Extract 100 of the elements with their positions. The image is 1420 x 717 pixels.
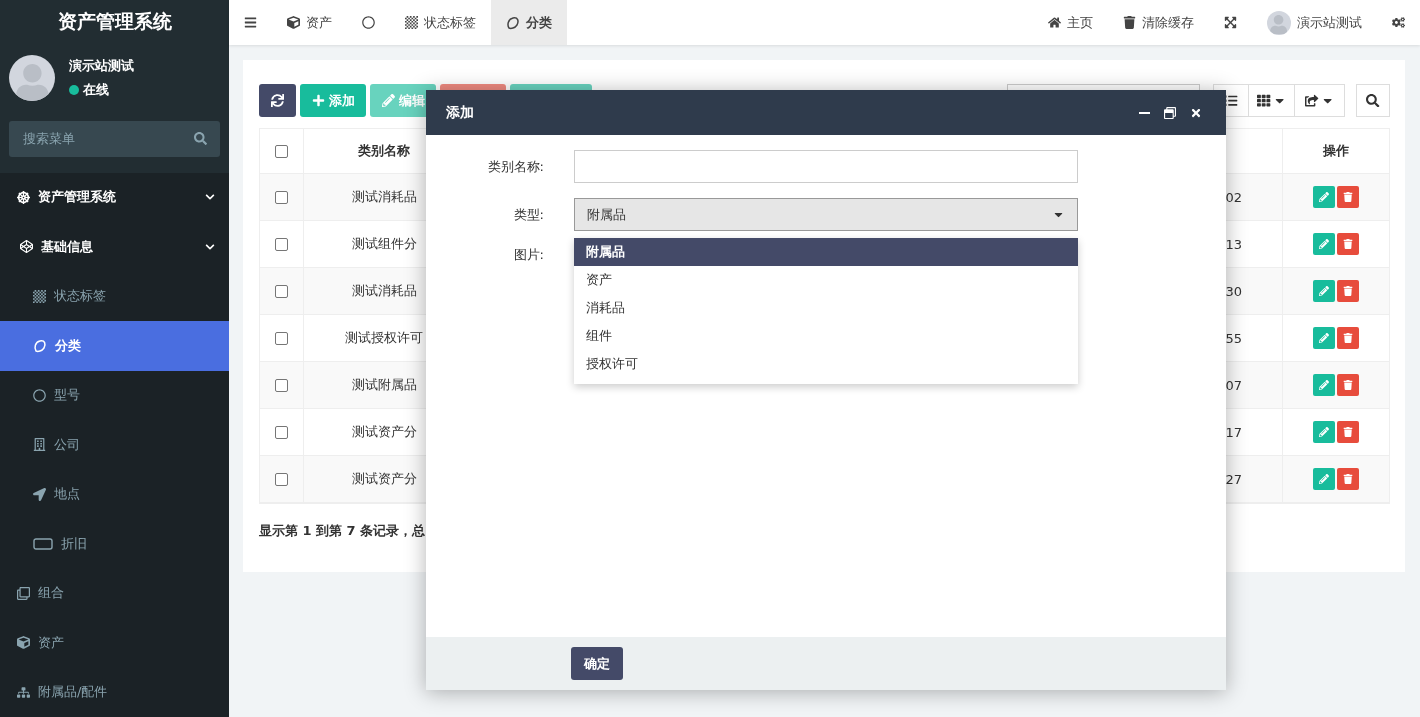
menu-item[interactable]: 组合 bbox=[0, 568, 229, 619]
checkbox[interactable] bbox=[275, 425, 288, 439]
menu-item[interactable]: 折旧 bbox=[0, 519, 229, 569]
select-field[interactable]: 附属品 bbox=[574, 198, 1078, 231]
trash-icon bbox=[1343, 380, 1353, 390]
avatar bbox=[9, 54, 55, 101]
trash-icon bbox=[1343, 239, 1353, 249]
menu-item[interactable]: 资产 bbox=[0, 618, 229, 668]
checkbox[interactable] bbox=[275, 331, 288, 345]
dialog-title: 添加 bbox=[446, 103, 474, 122]
field-label: 类别名称: bbox=[486, 157, 544, 176]
columns-button[interactable] bbox=[1248, 84, 1295, 117]
pencil-icon bbox=[1319, 239, 1329, 249]
sitemap-icon bbox=[17, 685, 30, 699]
dropdown-option[interactable]: 附属品 bbox=[574, 238, 1078, 266]
delete-button[interactable] bbox=[1337, 186, 1359, 208]
input-field[interactable] bbox=[574, 150, 1078, 183]
delete-button[interactable] bbox=[1337, 327, 1359, 349]
edit-icon bbox=[381, 94, 395, 107]
nav-tab[interactable]: 资产 bbox=[272, 0, 347, 45]
delete-button[interactable] bbox=[1337, 233, 1359, 255]
table-cell: 17 bbox=[1225, 424, 1242, 440]
delete-button[interactable] bbox=[1337, 421, 1359, 443]
menu-item[interactable]: 型号 bbox=[0, 370, 229, 421]
checkbox[interactable] bbox=[275, 472, 288, 486]
clone-icon bbox=[17, 586, 30, 600]
pencil-icon bbox=[1319, 474, 1329, 484]
export-button[interactable] bbox=[1294, 84, 1345, 117]
refresh-button[interactable] bbox=[259, 84, 296, 117]
dropdown-option[interactable]: 组件 bbox=[574, 322, 1078, 350]
menu-item[interactable]: 公司 bbox=[0, 420, 229, 470]
checkbox[interactable] bbox=[275, 190, 288, 204]
wheel-icon bbox=[17, 190, 30, 204]
leaf-icon bbox=[506, 15, 520, 30]
checkerboard-icon bbox=[405, 16, 418, 29]
pencil-icon bbox=[1319, 427, 1329, 437]
cube-icon bbox=[17, 636, 30, 650]
confirm-button[interactable]: 确定 bbox=[571, 647, 623, 680]
trash-icon bbox=[1343, 333, 1353, 343]
menu-search-field[interactable]: 搜索菜单 bbox=[9, 120, 220, 157]
trash-icon bbox=[1123, 16, 1136, 29]
checkbox[interactable] bbox=[275, 284, 288, 298]
menu-item[interactable]: 地点 bbox=[0, 469, 229, 520]
menu-item[interactable]: 状态标签 bbox=[0, 271, 229, 322]
export-icon bbox=[1305, 93, 1319, 108]
table-cell: 27 bbox=[1225, 471, 1242, 487]
delete-button[interactable] bbox=[1337, 280, 1359, 302]
delete-button[interactable] bbox=[1337, 468, 1359, 490]
app-title: 资产管理系统 bbox=[0, 0, 229, 45]
table-cell: 30 bbox=[1225, 283, 1242, 299]
dropdown-option[interactable]: 消耗品 bbox=[574, 294, 1078, 322]
user-name: 演示站测试 bbox=[69, 56, 134, 75]
status-text: 在线 bbox=[83, 80, 109, 99]
refresh-icon bbox=[271, 94, 284, 107]
search-icon bbox=[1366, 93, 1380, 108]
menu-item[interactable]: 分类 bbox=[0, 321, 229, 371]
dropdown-option[interactable]: 授权许可 bbox=[574, 350, 1078, 378]
menu-toggle[interactable] bbox=[229, 0, 272, 45]
table-cell: 测试消耗品 bbox=[351, 282, 417, 300]
dropdown-option[interactable]: 资产 bbox=[574, 266, 1078, 294]
building-icon bbox=[33, 438, 46, 452]
header-link[interactable]: 主页 bbox=[1033, 0, 1108, 45]
chevron-icon bbox=[205, 241, 215, 252]
table-cell: 测试附属品 bbox=[351, 376, 417, 394]
trash-icon bbox=[1343, 427, 1353, 437]
table-cell: 测试资产分 bbox=[351, 423, 417, 441]
header-link[interactable]: 清除缓存 bbox=[1108, 0, 1209, 45]
table-cell: 55 bbox=[1225, 330, 1242, 346]
checkerboard-icon bbox=[33, 289, 46, 303]
rectangle-icon bbox=[33, 537, 53, 550]
table-cell: 测试授权许可 bbox=[345, 329, 423, 347]
nav-tab[interactable]: 状态标签 bbox=[390, 0, 491, 45]
pencil-icon bbox=[1319, 286, 1329, 296]
field-label: 类型: bbox=[512, 205, 544, 224]
table-cell: 02 bbox=[1225, 189, 1242, 205]
menu-item[interactable]: 附属品/配件 bbox=[0, 667, 229, 717]
settings-button[interactable] bbox=[1377, 0, 1420, 45]
table-cell: 测试组件分 bbox=[351, 235, 417, 253]
location-arrow-icon bbox=[33, 487, 46, 501]
search-icon bbox=[194, 131, 207, 145]
checkbox[interactable] bbox=[275, 237, 288, 251]
user-menu[interactable]: 演示站测试 bbox=[1252, 0, 1377, 45]
search-button[interactable] bbox=[1356, 84, 1390, 117]
settings-icon bbox=[1392, 16, 1405, 29]
pencil-icon bbox=[1319, 380, 1329, 390]
table-cell: 测试消耗品 bbox=[351, 188, 417, 206]
menu-icon bbox=[244, 16, 257, 29]
cube-icon bbox=[287, 16, 300, 29]
trash-icon bbox=[1343, 474, 1353, 484]
delete-button[interactable] bbox=[1337, 374, 1359, 396]
menu-item[interactable]: 资产管理系统 bbox=[0, 172, 229, 223]
checkbox[interactable] bbox=[275, 378, 288, 392]
field-label: 图片: bbox=[512, 246, 544, 264]
codepen-icon bbox=[20, 240, 33, 254]
nav-tab[interactable]: 分类 bbox=[491, 0, 567, 45]
close-icon bbox=[1190, 106, 1202, 119]
trash-icon bbox=[1343, 192, 1353, 202]
column-header: 类别名称 bbox=[358, 142, 410, 160]
checkbox[interactable] bbox=[275, 144, 288, 158]
menu-item[interactable]: 基础信息 bbox=[0, 222, 229, 272]
